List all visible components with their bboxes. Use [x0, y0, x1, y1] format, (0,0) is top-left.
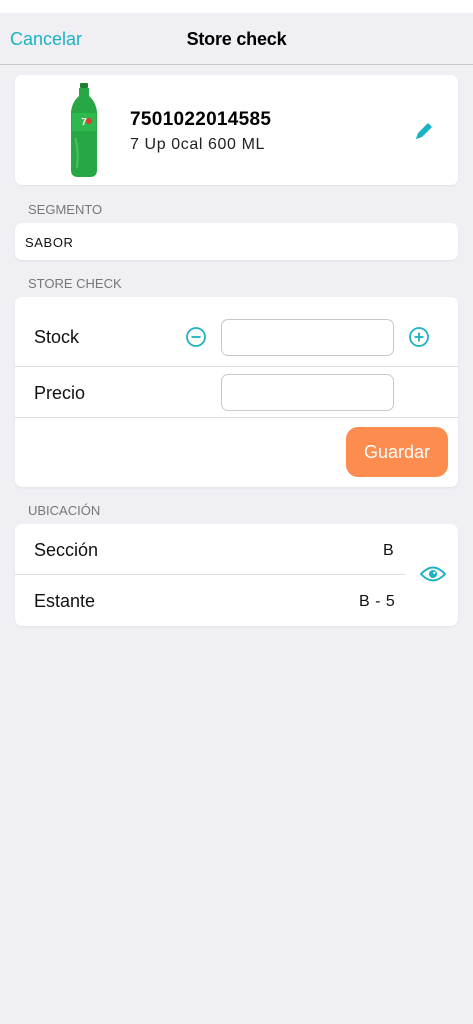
- location-card: Sección B Estante B - 5: [15, 524, 458, 626]
- divider: [15, 366, 458, 367]
- nav-header: Cancelar Store check: [0, 13, 473, 65]
- product-bottle-image: 7: [71, 83, 97, 177]
- location-section-label: UBICACIÓN: [28, 503, 101, 518]
- page-title: Store check: [186, 29, 287, 49]
- shelf-value: B - 5: [359, 593, 396, 610]
- product-code: 7501022014585: [130, 109, 272, 130]
- product-card: 7 7501022014585 7 Up 0cal 600 ML: [15, 75, 458, 185]
- store-check-card: Stock Precio Guardar: [15, 297, 458, 487]
- price-input[interactable]: [221, 374, 394, 411]
- minus-circle-icon[interactable]: [185, 326, 207, 348]
- store-check-section-label: STORE CHECK: [28, 276, 122, 291]
- segment-value: SABOR: [25, 235, 74, 250]
- plus-circle-icon[interactable]: [408, 326, 430, 348]
- divider: [15, 417, 458, 418]
- divider: [15, 574, 405, 575]
- shelf-label: Estante: [34, 591, 96, 611]
- segment-section-label: SEGMENTO: [28, 202, 103, 217]
- svg-text:7: 7: [81, 117, 87, 128]
- price-label: Precio: [34, 383, 86, 403]
- section-row-label: Sección: [34, 540, 99, 560]
- save-button[interactable]: Guardar: [346, 427, 448, 477]
- segment-field: SABOR: [15, 223, 458, 260]
- stock-label: Stock: [34, 327, 80, 347]
- product-name: 7 Up 0cal 600 ML: [130, 136, 266, 153]
- eye-icon[interactable]: [420, 564, 446, 584]
- pencil-icon[interactable]: [413, 120, 435, 142]
- status-bar-area: [0, 0, 473, 13]
- stock-input[interactable]: [221, 319, 394, 356]
- section-row-value: B: [383, 542, 395, 559]
